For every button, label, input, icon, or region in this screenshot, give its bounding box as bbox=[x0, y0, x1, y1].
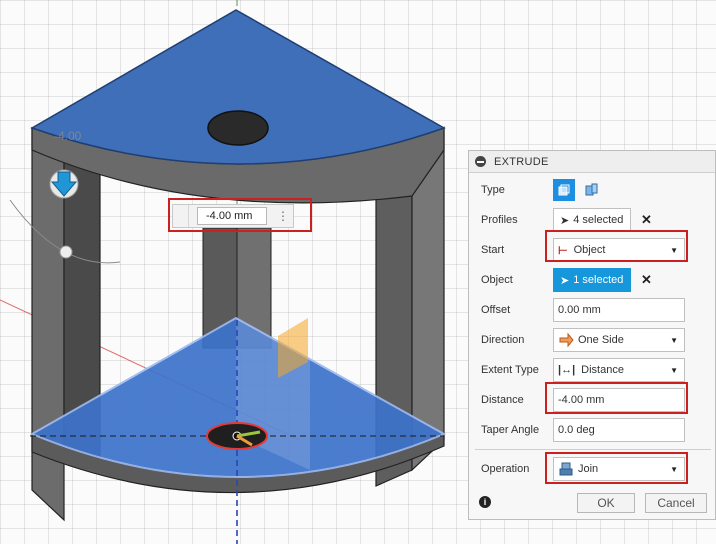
operation-value: Join bbox=[578, 463, 599, 475]
profiles-select-button[interactable]: ➤ 4 selected bbox=[553, 208, 631, 232]
clear-profiles-icon[interactable]: ✕ bbox=[641, 212, 652, 228]
offset-field[interactable]: 0.00 mm bbox=[553, 298, 685, 322]
divider bbox=[475, 449, 711, 450]
extent-type-dropdown[interactable]: |↔| Distance ▼ bbox=[553, 358, 685, 382]
inline-distance-field[interactable]: -4.00 mm bbox=[197, 207, 267, 225]
ok-button[interactable]: OK bbox=[577, 493, 635, 513]
distance-label: Distance bbox=[481, 394, 524, 406]
direction-value: One Side bbox=[578, 334, 624, 346]
drag-arrow-icon[interactable] bbox=[49, 169, 79, 199]
drag-grip[interactable] bbox=[173, 205, 189, 227]
inline-distance-input[interactable]: -4.00 mm ⋮ bbox=[172, 204, 294, 228]
chevron-down-icon: ▼ bbox=[670, 336, 678, 345]
solid-extrude-icon bbox=[558, 184, 570, 196]
row-direction: Direction One Side ▼ bbox=[469, 326, 716, 354]
cancel-button[interactable]: Cancel bbox=[645, 493, 707, 513]
row-extent-type: Extent Type |↔| Distance ▼ bbox=[469, 356, 716, 384]
thin-extrude-icon bbox=[585, 183, 598, 196]
object-select-button[interactable]: ➤ 1 selected bbox=[553, 268, 631, 292]
chevron-down-icon: ▼ bbox=[670, 246, 678, 255]
extrude-type-solid-button[interactable] bbox=[553, 179, 575, 201]
one-side-icon bbox=[559, 332, 574, 348]
collapse-icon[interactable] bbox=[475, 156, 486, 167]
row-taper-angle: Taper Angle 0.0 deg bbox=[469, 416, 716, 444]
panel-header[interactable]: EXTRUDE bbox=[469, 151, 715, 173]
row-distance: Distance -4.00 mm bbox=[469, 386, 716, 414]
more-options-icon[interactable]: ⋮ bbox=[277, 209, 289, 223]
extrude-type-thin-button[interactable] bbox=[581, 179, 603, 201]
taper-angle-field[interactable]: 0.0 deg bbox=[553, 418, 685, 442]
top-hole bbox=[207, 110, 269, 146]
profiles-label: Profiles bbox=[481, 214, 518, 226]
cursor-arrow-icon: ➤ bbox=[560, 214, 570, 227]
distance-field[interactable]: -4.00 mm bbox=[553, 388, 685, 412]
operation-label: Operation bbox=[481, 463, 530, 475]
taper-angle-label: Taper Angle bbox=[481, 424, 540, 436]
row-operation: Operation Join ▼ bbox=[469, 455, 716, 483]
ghost-dimension-label: -4.00 bbox=[54, 129, 82, 143]
profiles-value: 4 selected bbox=[573, 214, 624, 226]
operation-dropdown[interactable]: Join ▼ bbox=[553, 457, 685, 481]
chevron-down-icon: ▼ bbox=[670, 465, 678, 474]
extent-type-label: Extent Type bbox=[481, 364, 539, 376]
object-start-icon: ⊢ bbox=[558, 244, 568, 257]
direction-dropdown[interactable]: One Side ▼ bbox=[553, 328, 685, 352]
distance-icon: |↔| bbox=[558, 364, 576, 376]
type-label: Type bbox=[481, 184, 505, 196]
info-icon[interactable]: i bbox=[479, 496, 491, 508]
object-label: Object bbox=[481, 274, 513, 286]
row-start: Start ⊢ Object ▼ bbox=[469, 236, 716, 264]
row-object: Object ➤ 1 selected ✕ bbox=[469, 266, 716, 294]
panel-footer: i OK Cancel bbox=[469, 485, 716, 519]
start-value: Object bbox=[573, 244, 606, 256]
join-icon bbox=[559, 462, 573, 476]
extrude-panel: EXTRUDE Type Profiles ➤ 4 selected ✕ Sta… bbox=[468, 150, 716, 520]
row-offset: Offset 0.00 mm bbox=[469, 296, 716, 324]
start-dropdown[interactable]: ⊢ Object ▼ bbox=[553, 238, 685, 262]
offset-label: Offset bbox=[481, 304, 511, 316]
cursor-arrow-icon: ➤ bbox=[560, 274, 570, 287]
start-label: Start bbox=[481, 244, 505, 256]
clear-object-icon[interactable]: ✕ bbox=[641, 272, 652, 288]
row-profiles: Profiles ➤ 4 selected ✕ bbox=[469, 206, 716, 234]
row-type: Type bbox=[469, 176, 716, 204]
chevron-down-icon: ▼ bbox=[670, 366, 678, 375]
extent-type-value: Distance bbox=[581, 364, 624, 376]
direction-label: Direction bbox=[481, 334, 525, 346]
panel-title: EXTRUDE bbox=[494, 155, 549, 168]
object-value: 1 selected bbox=[573, 274, 624, 286]
